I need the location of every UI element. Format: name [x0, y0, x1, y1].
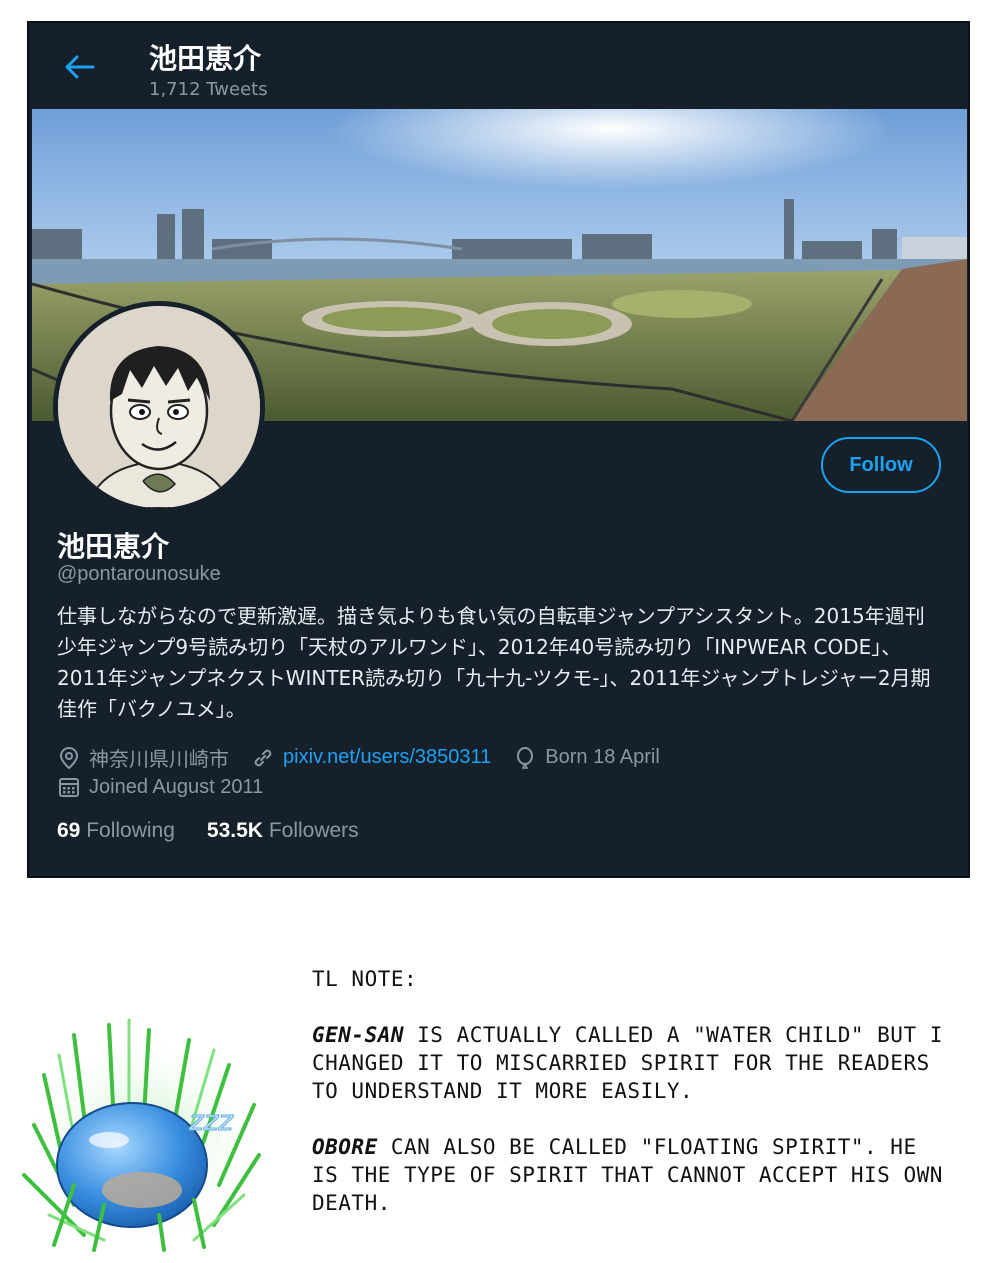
joined-text: Joined August 2011 [89, 775, 264, 798]
location-text: 神奈川県川崎市 [89, 749, 229, 771]
note-term-gen-san: Gen-san [312, 1023, 405, 1047]
note-term-obore: Obore [312, 1135, 378, 1159]
following-label: Following [86, 819, 175, 842]
link-icon [254, 749, 272, 766]
note-text-2: can also be called "floating spirit". He… [312, 1135, 943, 1215]
follow-button[interactable]: Follow [821, 437, 941, 493]
birthday-text: Born 18 April [545, 746, 660, 768]
twitter-profile-card: 池田恵介 1,712 Tweets Follow 池田恵介 @pontaroun… [27, 21, 970, 878]
translator-note: TL note: Gen-san is actually called a "w… [312, 965, 952, 1245]
user-handle: @pontarounosuke [57, 563, 221, 585]
header-name: 池田恵介 [149, 42, 262, 75]
birthday-item: Born 18 April [513, 746, 660, 770]
note-heading: TL note: [312, 967, 418, 991]
display-name: 池田恵介 [57, 530, 170, 563]
zzz-text: zzz [188, 1104, 234, 1137]
location-pin-icon [59, 746, 79, 769]
calendar-icon [59, 778, 79, 797]
website-link[interactable]: pixiv.net/users/3850311 [283, 746, 491, 769]
website-item[interactable]: pixiv.net/users/3850311 [251, 746, 491, 770]
profile-joined-row: Joined August 2011 [57, 775, 285, 799]
followers-label: Followers [268, 819, 359, 842]
profile-bio: 仕事しながらなので更新激遅。描き気よりも食い気の自転車ジャンプアシスタント。20… [57, 604, 931, 721]
profile-meta-row: 神奈川県川崎市 pixiv.net/users/3850311 Born 18 … [57, 743, 682, 772]
note-paragraph-1: Gen-san is actually called a "water chil… [312, 1021, 952, 1105]
balloon-icon [517, 746, 534, 769]
note-text-1: is actually called a "water child" but I… [312, 1023, 943, 1103]
followers-count: 53.5K [206, 819, 263, 842]
profile-header-bar: 池田恵介 1,712 Tweets [29, 23, 968, 109]
joined-item: Joined August 2011 [57, 775, 263, 799]
avatar[interactable] [53, 301, 265, 513]
note-paragraph-2: Obore can also be called "floating spiri… [312, 1133, 952, 1217]
location-item: 神奈川県川崎市 [57, 743, 229, 772]
following-count: 69 [57, 819, 81, 842]
tweet-count: 1,712 Tweets [149, 79, 268, 100]
sleeping-slime-illustration: zzz [15, 1018, 271, 1252]
follow-stats: 69 Following 53.5K Followers [57, 819, 391, 843]
avatar-portrait [58, 306, 260, 508]
arrow-left-icon[interactable] [63, 53, 95, 81]
followers-stat[interactable]: 53.5K Followers [207, 819, 359, 843]
following-stat[interactable]: 69 Following [57, 819, 175, 843]
